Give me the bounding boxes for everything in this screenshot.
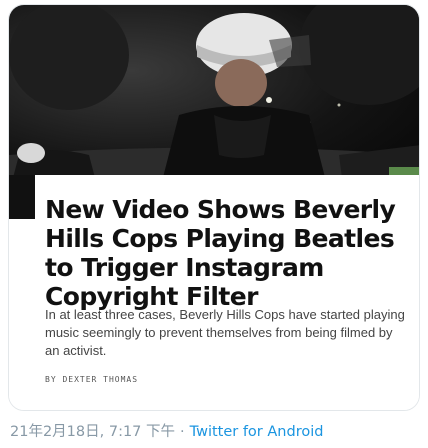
accent-bar	[9, 175, 35, 219]
tweet-timestamp[interactable]: 21年2月18日, 7:17 下午	[10, 424, 175, 440]
article-photo	[9, 5, 419, 193]
article-dek: In at least three cases, Beverly Hills C…	[45, 307, 405, 358]
article-byline: BY DEXTER THOMAS	[45, 375, 139, 384]
tweet-source-app[interactable]: Twitter for Android	[190, 424, 324, 440]
tweet-meta: 21年2月18日, 7:17 下午 · Twitter for Android	[10, 420, 323, 441]
article-text-block: New Video Shows Beverly Hills Cops Playi…	[9, 175, 419, 410]
link-preview-card[interactable]: New Video Shows Beverly Hills Cops Playi…	[8, 4, 420, 411]
meta-separator: ·	[180, 424, 185, 440]
article-headline[interactable]: New Video Shows Beverly Hills Cops Playi…	[45, 195, 410, 311]
police-officer-photo-illustration	[9, 5, 419, 193]
